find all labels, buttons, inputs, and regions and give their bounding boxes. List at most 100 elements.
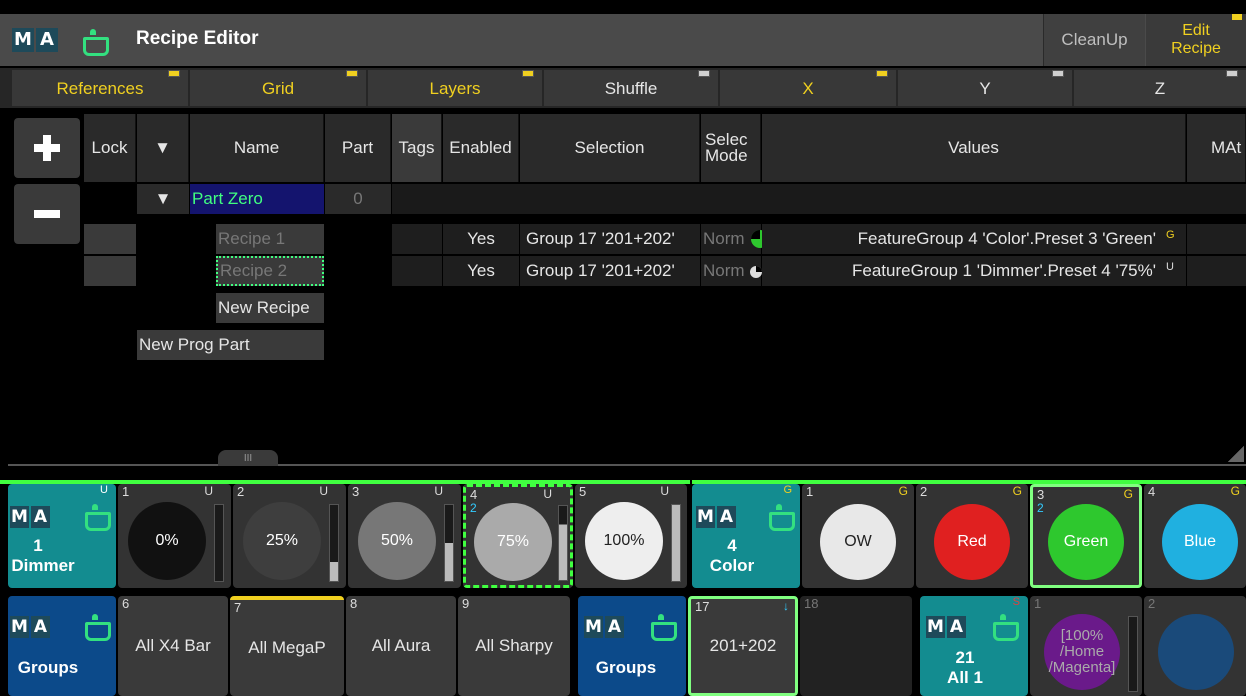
cleanup-label: CleanUp: [1061, 30, 1128, 49]
minus-icon: [34, 210, 60, 218]
tab-y[interactable]: Y: [898, 70, 1072, 106]
col-enabled[interactable]: Enabled: [443, 114, 519, 182]
tab-shuffle[interactable]: Shuffle: [544, 70, 718, 106]
recipe1-name[interactable]: Recipe 1: [216, 224, 324, 254]
dimmer-preset-3[interactable]: 3 U 50%: [348, 484, 461, 588]
new-prog-part-button[interactable]: New Prog Part: [137, 330, 324, 360]
group-tile[interactable]: 6 All X4 Bar: [118, 596, 228, 696]
recipe2-value-label: FeatureGroup 1 'Dimmer'.Preset 4 '75%': [852, 261, 1156, 280]
color-preset-4[interactable]: 4 G Blue: [1144, 484, 1246, 588]
ma-logo: MA: [696, 506, 736, 528]
preset-label: Green: [1063, 533, 1109, 550]
recipe2-value[interactable]: FeatureGroup 1 'Dimmer'.Preset 4 '75%': [762, 256, 1186, 286]
preset-flag: G: [1123, 487, 1133, 501]
recipe2-name[interactable]: Recipe 2: [216, 256, 324, 286]
color-preset-3[interactable]: 3 G 2 Green: [1030, 484, 1142, 588]
edit-recipe-button[interactable]: Edit Recipe: [1146, 14, 1246, 66]
recipe1-lock[interactable]: [84, 224, 136, 254]
reference-tab-bar: References Grid Layers Shuffle X Y Z: [0, 68, 1246, 108]
recipe1-selection[interactable]: Group 17 '201+202': [520, 224, 700, 254]
tab-layers[interactable]: Layers: [368, 70, 542, 106]
resize-corner-icon[interactable]: [1228, 446, 1244, 462]
group-tile[interactable]: 8 All Aura: [346, 596, 456, 696]
preset-number: 3: [352, 484, 360, 499]
preset-number: 2: [920, 484, 928, 499]
group-tile[interactable]: 7 All MegaP: [230, 596, 344, 696]
ma-logo: MA: [10, 616, 50, 638]
tab-references[interactable]: References: [12, 70, 188, 106]
ma-logo: MA: [584, 616, 624, 638]
tab-x-label: X: [802, 79, 814, 98]
all-pool-head[interactable]: MA S 21 All 1: [920, 596, 1028, 696]
dimmer-pool-head[interactable]: MA U 1 Dimmer: [8, 484, 116, 588]
group-tile-selected[interactable]: 17 ↓ 201+202: [688, 596, 798, 696]
cleanup-button[interactable]: CleanUp: [1043, 14, 1145, 66]
col-lock[interactable]: Lock: [84, 114, 136, 182]
remove-button[interactable]: [14, 184, 80, 244]
group-tile[interactable]: 9 All Sharpy: [458, 596, 570, 696]
groups-pool-2-head[interactable]: MA Groups: [578, 596, 686, 696]
color-preset-circle: Red: [934, 504, 1010, 580]
col-name[interactable]: Name: [190, 114, 324, 182]
tab-z[interactable]: Z: [1074, 70, 1246, 106]
preset-label: 75%: [496, 533, 530, 550]
dimmer-preset-2[interactable]: 2 U 25%: [233, 484, 346, 588]
all-preset-2[interactable]: 2: [1144, 596, 1246, 696]
col-selection-mode[interactable]: Selec Mode: [701, 114, 761, 182]
preset-sub-number: 2: [470, 501, 477, 515]
recipe2-selection[interactable]: Group 17 '201+202': [520, 256, 700, 286]
col-selection[interactable]: Selection: [520, 114, 700, 182]
recipe1-tags[interactable]: [392, 224, 442, 254]
group-tile-empty[interactable]: 18: [800, 596, 912, 696]
preset-number: 1: [806, 484, 814, 499]
groups-head-label: Groups: [595, 658, 657, 677]
col-filter[interactable]: ▼: [137, 114, 189, 182]
tab-x[interactable]: X: [720, 70, 896, 106]
tab-indicator: [698, 70, 710, 77]
recipe1-mat[interactable]: [1187, 224, 1246, 254]
dimmer-preset-1[interactable]: 1 U 0%: [118, 484, 231, 588]
group-label: 201+202: [709, 636, 777, 655]
color-preset-2[interactable]: 2 G Red: [916, 484, 1028, 588]
preset-flag: G: [1012, 484, 1022, 498]
all-preset-1[interactable]: 1 [100% /Home /Magenta]: [1030, 596, 1142, 696]
col-mat[interactable]: MAt: [1187, 114, 1246, 182]
preset-number: 4: [1148, 484, 1156, 499]
groups-pool-1: MA Groups 6 All X4 Bar 7 All MegaP 8 All Au…: [0, 596, 572, 696]
col-tags[interactable]: Tags: [392, 114, 442, 182]
ma-logo[interactable]: MA: [12, 28, 58, 52]
dimmer-preset-4[interactable]: 4 U 2 75%: [463, 484, 573, 588]
recipe2-enabled[interactable]: Yes: [443, 256, 519, 286]
preset-sub-number: 2: [1037, 501, 1044, 515]
part-zero-name[interactable]: Part Zero: [190, 184, 324, 214]
recipe2-tags[interactable]: [392, 256, 442, 286]
add-button[interactable]: [14, 118, 80, 178]
group-number: 7: [234, 600, 242, 615]
preset-label: 100%: [603, 532, 645, 549]
col-values[interactable]: Values: [762, 114, 1186, 182]
recipe1-enabled[interactable]: Yes: [443, 224, 519, 254]
col-part[interactable]: Part: [325, 114, 391, 182]
all-preset-circle: [100% /Home /Magenta]: [1044, 614, 1120, 690]
recipe2-lock[interactable]: [84, 256, 136, 286]
window-resize-handle[interactable]: III: [218, 450, 278, 466]
groups-head-label: Groups: [17, 658, 79, 677]
pot-icon: [82, 612, 111, 641]
tab-layers-label: Layers: [429, 79, 481, 98]
pot-icon: [990, 612, 1019, 641]
groups-pool-1-head[interactable]: MA Groups: [8, 596, 116, 696]
tab-grid[interactable]: Grid: [190, 70, 366, 106]
color-preset-1[interactable]: 1 G OW: [802, 484, 914, 588]
dimmer-preset-5[interactable]: 5 U 100%: [575, 484, 687, 588]
part-zero-collapse[interactable]: ▼: [137, 184, 189, 214]
recipe2-mat[interactable]: [1187, 256, 1246, 286]
color-pool-head[interactable]: MA G 4 Color: [692, 484, 800, 588]
preset-number: 3: [1037, 487, 1045, 502]
recipe1-value[interactable]: FeatureGroup 4 'Color'.Preset 3 'Green': [762, 224, 1186, 254]
preset-label: Blue: [1183, 533, 1217, 550]
all-preset-circle: [1158, 614, 1234, 690]
new-recipe-button[interactable]: New Recipe: [216, 293, 324, 323]
filter-arrow-icon: ▼: [154, 138, 171, 157]
dimmer-preset-circle: 75%: [474, 503, 552, 581]
preset-label: Red: [957, 533, 987, 550]
